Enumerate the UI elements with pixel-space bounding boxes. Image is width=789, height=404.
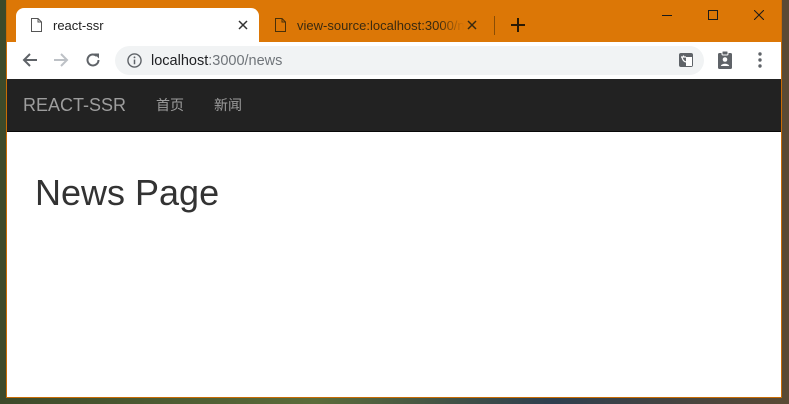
reload-icon (86, 53, 100, 67)
minimize-icon (662, 15, 672, 16)
info-icon[interactable] (126, 53, 142, 69)
forward-arrow-icon (54, 53, 69, 67)
nav-link-home[interactable]: 首页 (156, 95, 184, 115)
page-icon (31, 18, 42, 32)
more-vertical-icon[interactable] (751, 51, 769, 69)
maximize-button[interactable] (690, 0, 736, 30)
browser-toolbar: localhost:3000/news (7, 42, 781, 79)
close-window-button[interactable] (736, 0, 782, 30)
translate-icon[interactable] (678, 52, 694, 68)
close-icon (754, 10, 764, 20)
clipboard-account-icon[interactable] (716, 51, 734, 69)
url-host: localhost (151, 52, 209, 69)
back-arrow-icon (22, 53, 37, 67)
url-text: localhost:3000/news (151, 53, 282, 69)
forward-button[interactable] (51, 50, 71, 70)
tab-strip: react-ssr view-source:localhost:3000/new… (7, 0, 781, 42)
tab-divider (494, 16, 495, 35)
minimize-button[interactable] (644, 0, 690, 30)
tab-title: react-ssr (53, 17, 104, 33)
back-button[interactable] (20, 50, 40, 70)
page-icon (275, 18, 286, 32)
address-bar[interactable]: localhost:3000/news (115, 46, 704, 75)
plus-icon (511, 18, 525, 32)
nav-link-news[interactable]: 新闻 (214, 95, 242, 115)
tab-title: view-source:localhost:3000/news (297, 17, 464, 33)
page-viewport: REACT-SSR 首页 新闻 News Page (7, 79, 781, 397)
reload-button[interactable] (83, 50, 103, 70)
maximize-icon (708, 10, 718, 20)
site-navbar: REACT-SSR 首页 新闻 (7, 79, 781, 132)
page-heading: News Page (35, 172, 220, 213)
url-path: :3000/news (208, 52, 283, 69)
tab-close-icon[interactable] (464, 17, 480, 33)
browser-window: react-ssr view-source:localhost:3000/new… (7, 0, 781, 397)
tab-close-icon[interactable] (235, 17, 251, 33)
tab-react-ssr[interactable]: react-ssr (16, 8, 259, 42)
site-brand[interactable]: REACT-SSR (23, 95, 126, 116)
new-tab-button[interactable] (509, 16, 527, 34)
tab-view-source[interactable]: view-source:localhost:3000/news (260, 8, 488, 42)
